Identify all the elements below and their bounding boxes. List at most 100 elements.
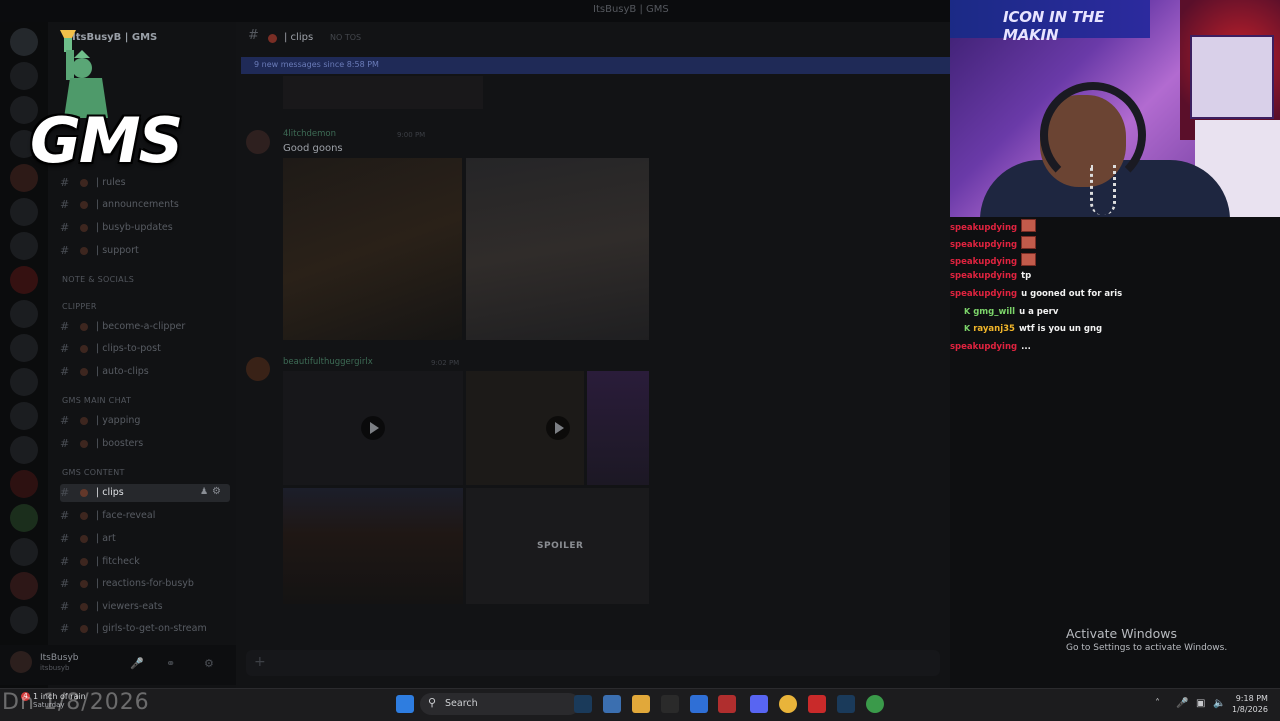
chat-line: speakupdying <box>950 236 1037 250</box>
gear-icon[interactable]: ⚙ <box>212 486 221 497</box>
emote-icon <box>1021 219 1037 232</box>
user-status: itsbusyb <box>40 664 70 672</box>
avatar[interactable] <box>246 357 270 381</box>
chat-line: speakupdying u gooned out for aris <box>950 289 1122 299</box>
channel-emoji-icon <box>80 417 88 425</box>
server-icon[interactable] <box>10 232 38 260</box>
chat-username: speakupdying <box>950 289 1018 299</box>
kick-badge-icon: K <box>964 307 971 316</box>
volume-icon[interactable]: 🔈 <box>1213 698 1225 709</box>
chat-line: speakupdying tp <box>950 271 1031 281</box>
play-icon[interactable] <box>361 416 385 440</box>
server-icon[interactable] <box>10 436 38 464</box>
chrome-icon[interactable] <box>866 695 884 713</box>
user-panel <box>0 645 236 685</box>
channel-item[interactable]: # | announcements <box>60 196 230 214</box>
message-author[interactable]: beautifulthuggergirlx <box>283 357 373 367</box>
message-author[interactable]: 4litchdemon <box>283 129 336 139</box>
hash-icon: # <box>60 509 70 522</box>
server-icon[interactable] <box>10 504 38 532</box>
server-icon[interactable] <box>10 402 38 430</box>
chat-line: speakupdying <box>950 219 1037 233</box>
chevron-up-icon[interactable]: ˄ <box>1155 698 1160 709</box>
new-messages-bar[interactable]: 9 new messages since 8:58 PM <box>241 57 950 74</box>
chat-username: speakupdying <box>950 342 1018 352</box>
channel-item[interactable]: # | support <box>60 242 230 260</box>
channel-item[interactable]: # | girls-to-get-on-stream <box>60 620 230 638</box>
attachment-image[interactable] <box>466 158 649 340</box>
server-icon[interactable] <box>10 572 38 600</box>
chat-message: tp <box>1021 271 1032 281</box>
discord-icon[interactable] <box>750 695 768 713</box>
channel-item[interactable]: # | viewers-eats <box>60 598 230 616</box>
microphone-icon[interactable]: 🎤 <box>130 657 144 670</box>
microphone-icon[interactable]: 🎤 <box>1176 698 1188 709</box>
attachment-video[interactable] <box>466 371 584 485</box>
app-icon[interactable] <box>808 695 826 713</box>
attachment-video[interactable] <box>283 371 463 485</box>
folder-icon[interactable] <box>632 695 650 713</box>
category-label[interactable]: NOTE & SOCIALS <box>62 275 134 284</box>
network-icon[interactable]: ▣ <box>1196 698 1205 709</box>
avatar[interactable] <box>10 651 32 673</box>
channel-emoji-icon <box>80 489 88 497</box>
invite-icon[interactable]: ♟ <box>200 487 208 497</box>
server-icon[interactable] <box>10 368 38 396</box>
channel-emoji-icon <box>80 247 88 255</box>
app-icon[interactable] <box>603 695 621 713</box>
attachment-image[interactable] <box>283 488 463 604</box>
channel-item[interactable]: # | face-reveal <box>60 507 230 525</box>
app-icon[interactable] <box>690 695 708 713</box>
message-time: 9:00 PM <box>397 131 426 139</box>
channel-item[interactable]: # | busyb-updates <box>60 219 230 237</box>
channel-name: | clips <box>284 32 314 43</box>
clock-time: 9:18 PM <box>1235 694 1268 703</box>
avatar[interactable] <box>246 130 270 154</box>
server-icon[interactable] <box>10 538 38 566</box>
channel-item[interactable]: # | fitcheck <box>60 553 230 571</box>
chain <box>1090 165 1116 215</box>
category-label[interactable]: CLIPPER <box>62 302 97 311</box>
kick-badge-icon: K <box>964 324 971 333</box>
channel-emoji-icon <box>80 603 88 611</box>
attachment-image[interactable] <box>283 158 462 340</box>
channel-item[interactable]: # | boosters <box>60 435 230 453</box>
message-input[interactable]: + <box>246 650 940 676</box>
channel-emoji-icon <box>80 224 88 232</box>
channel-emoji-icon <box>80 580 88 588</box>
windows-start-icon[interactable] <box>396 695 414 713</box>
gear-icon[interactable]: ⚙ <box>204 657 216 670</box>
app-icon[interactable] <box>718 695 736 713</box>
system-clock[interactable]: 9:18 PM 1/8/2026 <box>1232 693 1268 715</box>
category-label[interactable]: GMS CONTENT <box>62 468 125 477</box>
user-name[interactable]: ItsBusyb <box>40 653 78 663</box>
steam-icon[interactable] <box>574 695 592 713</box>
channel-item[interactable]: # | reactions-for-busyb <box>60 575 230 593</box>
chrome-icon[interactable] <box>779 695 797 713</box>
spoiler-attachment[interactable]: SPOILER <box>466 488 649 604</box>
category-label[interactable]: GMS MAIN CHAT <box>62 396 131 405</box>
message-time: 9:02 PM <box>431 359 460 367</box>
server-icon[interactable] <box>10 470 38 498</box>
server-icon[interactable] <box>10 334 38 362</box>
server-icon[interactable] <box>10 300 38 328</box>
attachment-image[interactable] <box>587 371 649 485</box>
channel-item[interactable]: # | auto-clips <box>60 363 230 381</box>
server-icon[interactable] <box>10 266 38 294</box>
headphones-icon[interactable]: ⚭ <box>166 657 178 670</box>
channel-item[interactable]: # | clips-to-post <box>60 340 230 358</box>
activate-subtitle: Go to Settings to activate Windows. <box>1066 643 1228 653</box>
channel-emoji-icon <box>80 440 88 448</box>
attachment-image[interactable] <box>283 76 483 109</box>
add-attachment-icon[interactable]: + <box>254 654 266 670</box>
taskbar-search[interactable]: ⚲ Search <box>420 693 580 715</box>
server-icon[interactable] <box>10 606 38 634</box>
channel-item-active[interactable]: # | clips ♟ ⚙ <box>60 484 230 502</box>
channel-item[interactable]: # | yapping <box>60 412 230 430</box>
server-icon[interactable] <box>10 198 38 226</box>
channel-item[interactable]: # | become-a-clipper <box>60 318 230 336</box>
epic-games-icon[interactable] <box>661 695 679 713</box>
steam-icon[interactable] <box>837 695 855 713</box>
play-icon[interactable] <box>546 416 570 440</box>
channel-item[interactable]: # | art <box>60 530 230 548</box>
